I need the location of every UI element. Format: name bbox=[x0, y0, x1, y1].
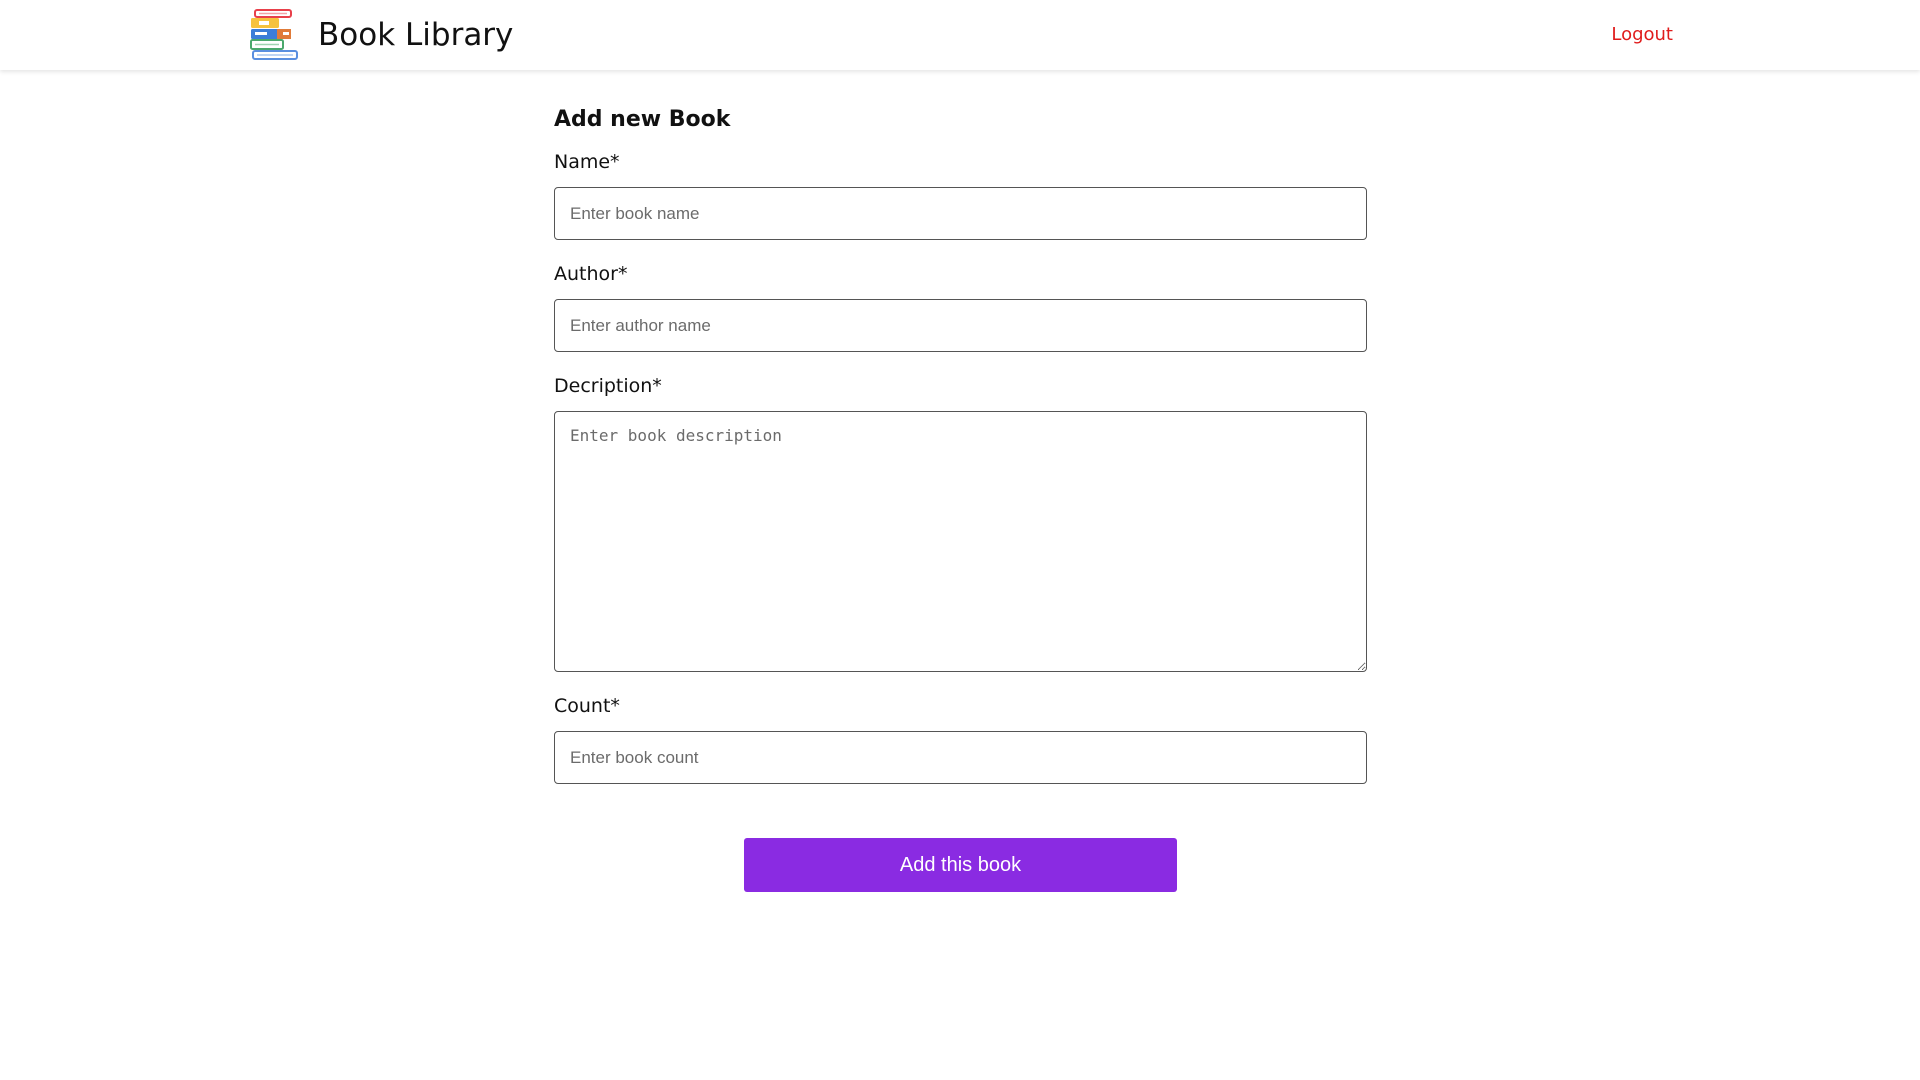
add-book-button[interactable]: Add this book bbox=[744, 838, 1177, 892]
description-label: Decription* bbox=[554, 375, 662, 397]
page-title: Add new Book bbox=[554, 107, 731, 132]
name-label: Name* bbox=[554, 151, 620, 173]
books-stack-icon bbox=[250, 9, 298, 60]
brand-link[interactable]: Book Library bbox=[247, 8, 513, 62]
book-count-input[interactable] bbox=[554, 731, 1367, 784]
count-label: Count* bbox=[554, 695, 620, 717]
book-description-textarea[interactable] bbox=[554, 411, 1367, 672]
app-title: Book Library bbox=[318, 17, 514, 53]
author-name-input[interactable] bbox=[554, 299, 1367, 352]
add-book-form: Add new Book Name* Author* Decription* C… bbox=[554, 100, 1367, 784]
top-navbar: Book Library Logout bbox=[0, 0, 1920, 70]
logout-link[interactable]: Logout bbox=[1611, 24, 1673, 45]
submit-row: Add this book bbox=[744, 838, 1177, 892]
author-label: Author* bbox=[554, 263, 628, 285]
book-name-input[interactable] bbox=[554, 187, 1367, 240]
